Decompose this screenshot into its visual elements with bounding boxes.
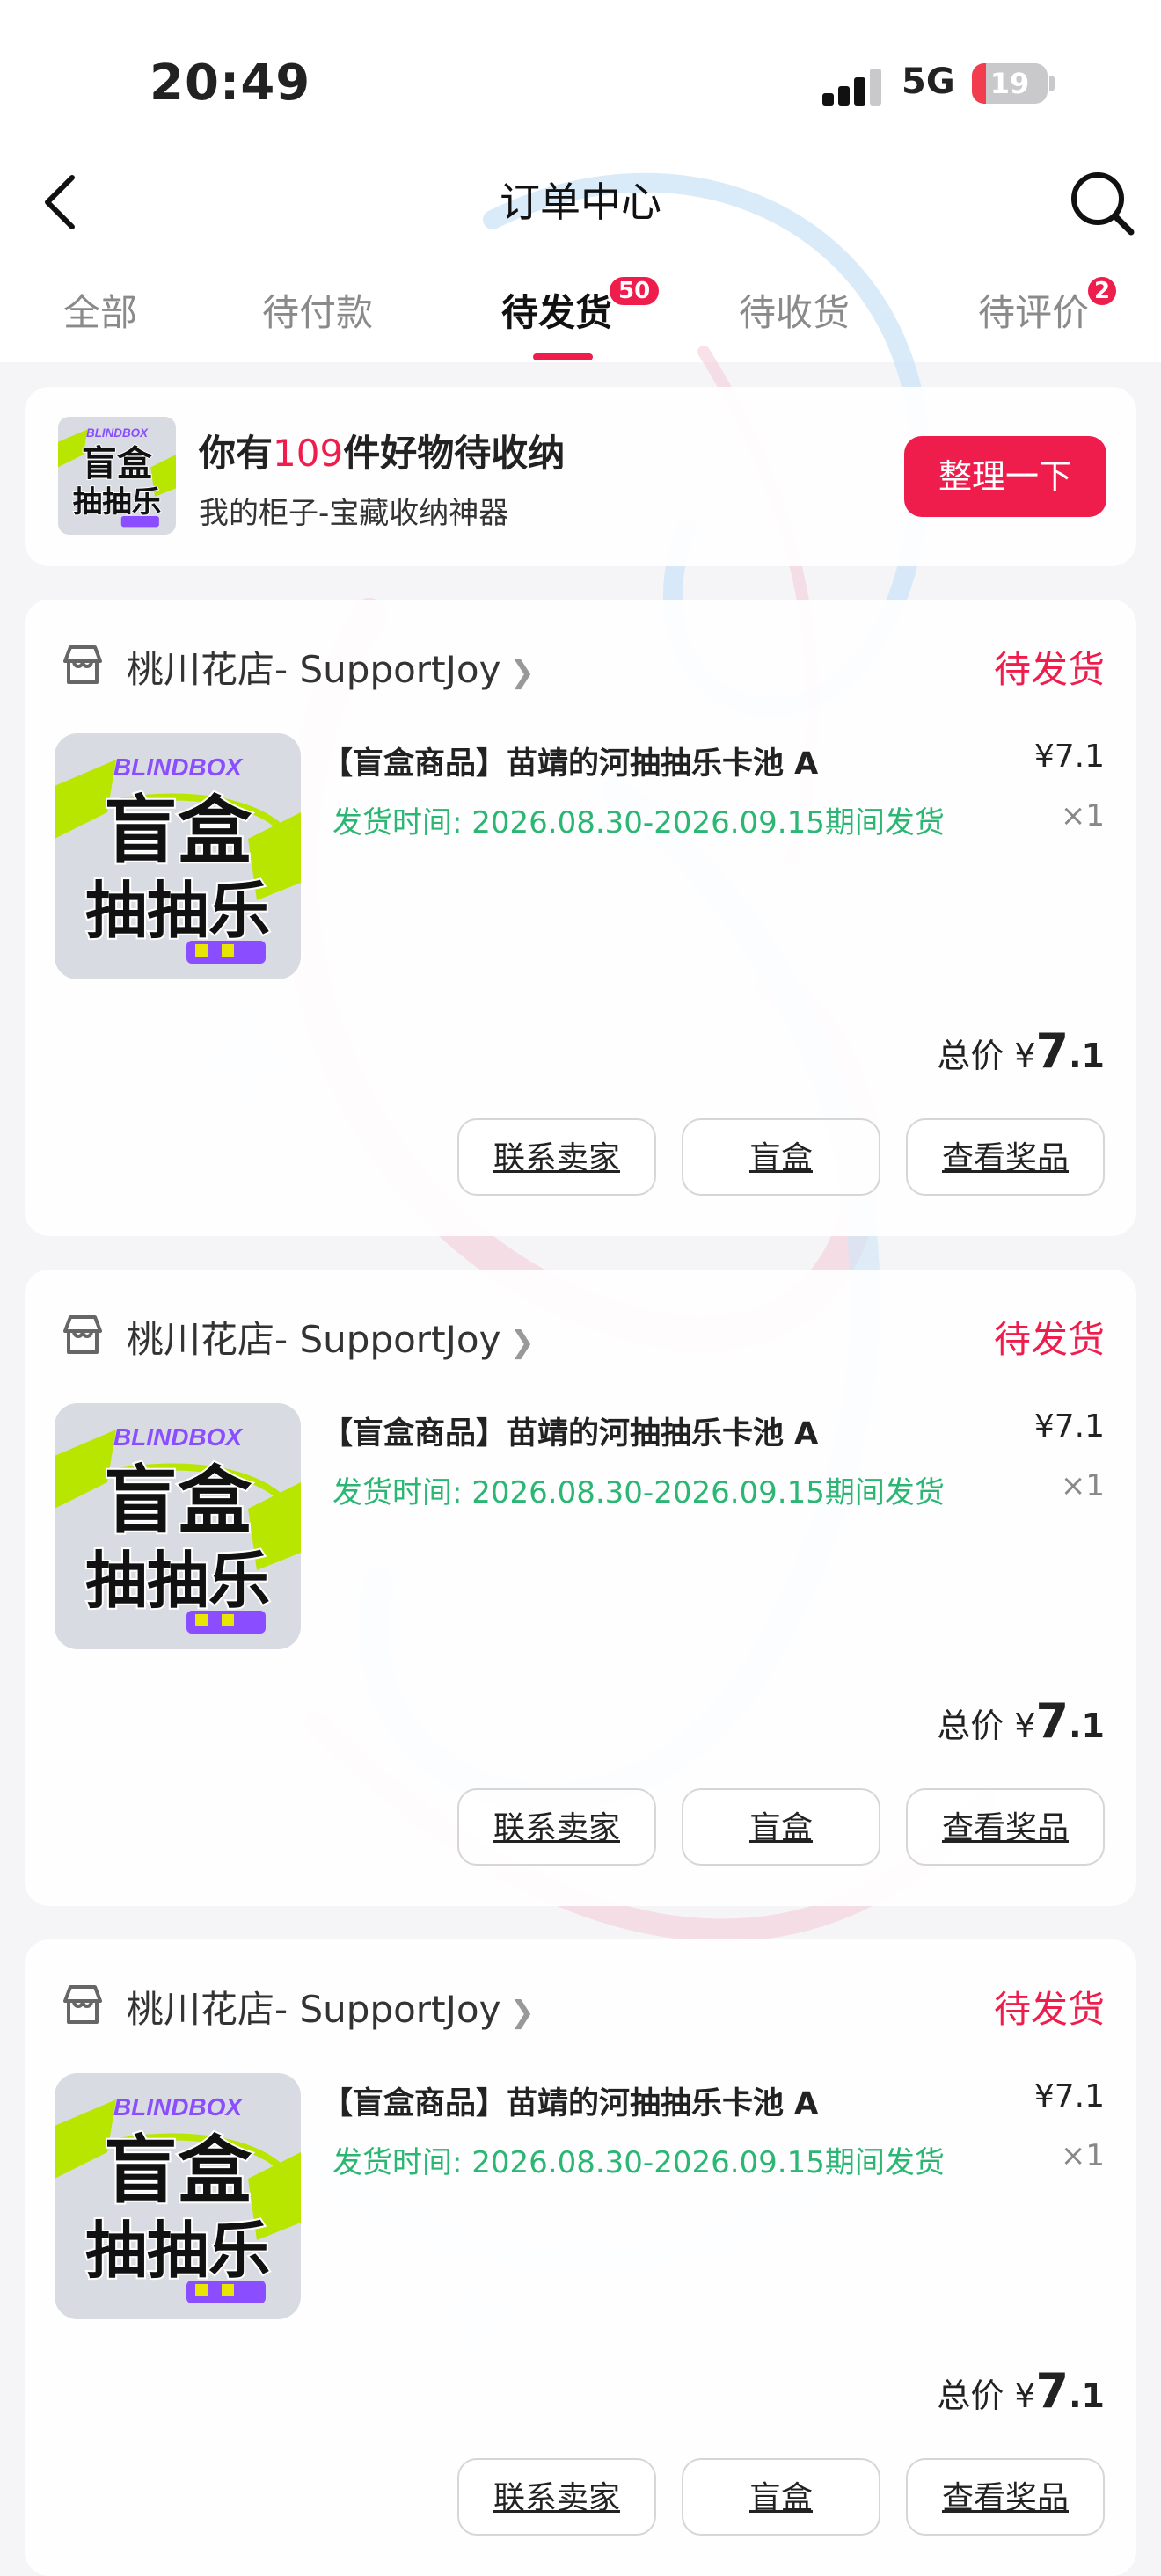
total-currency: ¥ (1014, 1706, 1036, 1745)
thumb-line2: 抽抽乐 (85, 1545, 270, 1617)
promo-thumbnail: BLINDBOX 盲盒 抽抽乐 (58, 417, 176, 535)
total-amount-dec: .1 (1069, 1037, 1105, 1075)
store-name: 桃川花店- SupportJoy (127, 1318, 501, 1361)
tab-active-indicator (533, 353, 593, 360)
status-time: 20:49 (150, 55, 311, 112)
product-thumbnail[interactable]: BLINDBOX 盲盒 抽抽乐 (55, 1403, 301, 1649)
thumb-line1: 盲盒 (104, 788, 252, 874)
store-name-link[interactable]: 桃川花店- SupportJoy ❯ (127, 640, 535, 694)
page-title: 订单中心 (500, 178, 661, 226)
total-amount-int: 7 (1035, 1023, 1070, 1079)
tab-pending-payment[interactable]: 待付款 (262, 283, 373, 337)
promo-title: 你有109件好物待收纳 (199, 432, 566, 475)
order-total: 总价 ¥7.1 (937, 1023, 1105, 1079)
ship-time: 发货时间: 2026.08.30-2026.09.15期间发货 (332, 2145, 945, 2180)
store-name: 桃川花店- SupportJoy (127, 1988, 501, 2031)
contact-seller-button[interactable]: 联系卖家 (457, 1788, 656, 1866)
thumb-line2: 抽抽乐 (85, 2215, 270, 2287)
chevron-right-icon: ❯ (509, 655, 535, 690)
tab-pending-shipment[interactable]: 待发货 (501, 283, 612, 337)
contact-seller-button[interactable]: 联系卖家 (457, 2458, 656, 2536)
total-amount-dec: .1 (1069, 1706, 1105, 1745)
thumb-line1: 盲盒 (104, 1458, 252, 1544)
store-name-link[interactable]: 桃川花店- SupportJoy ❯ (127, 1980, 535, 2034)
order-status: 待发货 (993, 1988, 1105, 2031)
promo-subtitle: 我的柜子-宝藏收纳神器 (199, 496, 509, 531)
product-price: ¥7.1 (1033, 1408, 1105, 1444)
total-currency: ¥ (1014, 2376, 1036, 2415)
view-prize-button[interactable]: 查看奖品 (906, 1118, 1105, 1196)
promo-thumb-brand: BLINDBOX (86, 426, 149, 440)
view-prize-button[interactable]: 查看奖品 (906, 2458, 1105, 2536)
total-amount-int: 7 (1035, 2363, 1070, 2419)
product-qty: ×1 (1060, 1468, 1105, 1503)
tab-all[interactable]: 全部 (63, 283, 137, 337)
product-name[interactable]: 【盲盒商品】苗靖的河抽抽乐卡池 A (322, 739, 818, 783)
chevron-right-icon: ❯ (509, 1325, 535, 1360)
thumb-line2: 抽抽乐 (85, 875, 270, 947)
thumb-line1: 盲盒 (104, 2128, 252, 2214)
store-name: 桃川花店- SupportJoy (127, 648, 501, 691)
total-currency: ¥ (1014, 1037, 1036, 1075)
ship-time: 发货时间: 2026.08.30-2026.09.15期间发货 (332, 805, 945, 840)
total-label: 总价 (937, 1706, 1004, 1745)
thumb-brand: BLINDBOX (113, 1423, 245, 1451)
store-icon (63, 645, 102, 684)
contact-seller-button[interactable]: 联系卖家 (457, 1118, 656, 1196)
total-amount-dec: .1 (1069, 2376, 1105, 2415)
store-icon (63, 1985, 102, 2024)
tab-badge-review: 2 (1085, 274, 1119, 308)
chevron-right-icon: ❯ (509, 1995, 535, 2030)
product-thumbnail[interactable]: BLINDBOX 盲盒 抽抽乐 (55, 2073, 301, 2319)
total-amount-int: 7 (1035, 1693, 1070, 1749)
blind-box-button[interactable]: 盲盒 (682, 1118, 880, 1196)
promo-thumb-line2: 抽抽乐 (73, 484, 162, 519)
product-price: ¥7.1 (1033, 739, 1105, 775)
organize-button[interactable]: 整理一下 (904, 436, 1106, 517)
ship-time: 发货时间: 2026.08.30-2026.09.15期间发货 (332, 1475, 945, 1510)
total-label: 总价 (937, 2376, 1004, 2415)
order-total: 总价 ¥7.1 (937, 2363, 1105, 2419)
product-price: ¥7.1 (1033, 2078, 1105, 2114)
order-total: 总价 ¥7.1 (937, 1693, 1105, 1749)
order-status: 待发货 (993, 648, 1105, 691)
tab-pending-receipt[interactable]: 待收货 (739, 283, 850, 337)
store-name-link[interactable]: 桃川花店- SupportJoy ❯ (127, 1310, 535, 1364)
network-label: 5G (902, 62, 955, 102)
product-qty: ×1 (1060, 798, 1105, 833)
promo-thumb-line1: 盲盒 (82, 444, 153, 484)
thumb-brand: BLINDBOX (113, 753, 245, 781)
order-status: 待发货 (993, 1318, 1105, 1361)
battery-icon: 19 (972, 63, 1048, 104)
search-icon (1071, 172, 1135, 236)
store-icon (63, 1315, 102, 1354)
battery-level: 19 (989, 67, 1030, 100)
battery-tip (1049, 76, 1055, 91)
product-name[interactable]: 【盲盒商品】苗靖的河抽抽乐卡池 A (322, 2078, 818, 2123)
view-prize-button[interactable]: 查看奖品 (906, 1788, 1105, 1866)
promo-count: 109 (273, 432, 344, 475)
product-thumbnail[interactable]: BLINDBOX 盲盒 抽抽乐 (55, 733, 301, 979)
signal-icon (822, 67, 882, 106)
search-button[interactable] (1064, 165, 1138, 239)
product-qty: ×1 (1060, 2138, 1105, 2173)
blind-box-button[interactable]: 盲盒 (682, 1788, 880, 1866)
blind-box-button[interactable]: 盲盒 (682, 2458, 880, 2536)
tab-pending-review[interactable]: 待评价 (978, 283, 1089, 337)
product-name[interactable]: 【盲盒商品】苗靖的河抽抽乐卡池 A (322, 1408, 818, 1453)
tab-badge-shipment: 50 (607, 274, 662, 308)
total-label: 总价 (937, 1037, 1004, 1075)
thumb-brand: BLINDBOX (113, 2093, 245, 2121)
